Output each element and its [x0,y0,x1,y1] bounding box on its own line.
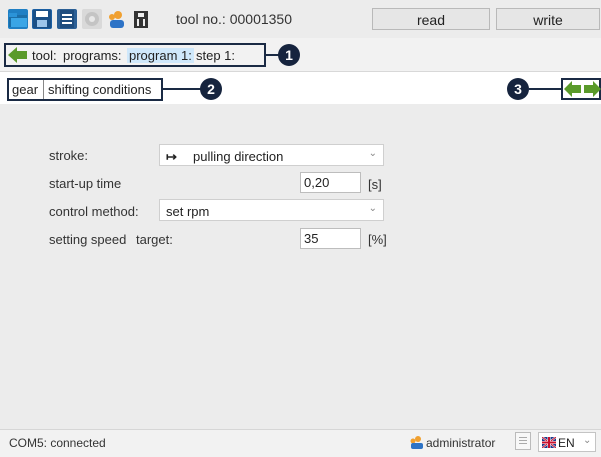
language-value: EN [558,436,575,450]
stroke-direction-icon: ↦ [166,149,177,164]
chevron-down-icon: ⌄ [368,203,377,214]
control-method-label: control method: [49,204,139,219]
tool-number-value: 00001350 [229,11,293,27]
chevron-down-icon: ⌄ [583,435,592,446]
startup-time-input[interactable]: 0,20 [300,172,361,193]
trash-icon[interactable] [131,9,151,29]
callout-1-line [265,54,279,56]
setting-speed-target-label: target: [136,232,173,247]
callout-2-line [163,88,201,90]
tab-shifting-conditions[interactable]: shifting conditions [48,82,151,97]
tool-number: tool no.: 00001350 [176,11,292,27]
control-method-select[interactable]: set rpm ⌄ [159,199,384,221]
stroke-select-value: pulling direction [193,149,284,164]
chevron-down-icon: ⌄ [368,148,377,159]
stroke-label: stroke: [49,148,89,163]
folder-icon[interactable] [8,9,28,29]
startup-time-unit: [s] [368,177,382,192]
setting-speed-label: setting speed [49,232,127,247]
callout-2: 2 [200,78,222,100]
setting-speed-input[interactable]: 35 [300,228,361,249]
tab-divider [43,80,44,99]
connection-status: COM5: connected [9,436,106,450]
document-icon[interactable] [515,432,531,450]
user-icon [408,434,424,450]
back-arrow-icon[interactable] [8,46,28,64]
print-icon[interactable] [57,9,77,29]
breadcrumb-step-1[interactable]: step 1: [196,48,235,63]
startup-time-label: start-up time [49,176,122,191]
read-button[interactable]: read [372,8,490,30]
save-icon[interactable] [32,9,52,29]
breadcrumb-tool[interactable]: tool: [32,48,57,63]
breadcrumb-programs[interactable]: programs: [63,48,122,63]
tool-number-label: tool no.: [176,11,226,27]
callout-3: 3 [507,78,529,100]
setting-speed-unit: [%] [368,232,387,247]
user-icon[interactable] [106,9,126,29]
previous-arrow-icon[interactable] [564,80,582,98]
write-button[interactable]: write [496,8,600,30]
language-select[interactable]: EN ⌄ [538,432,596,452]
breadcrumb-program-1[interactable]: program 1: [127,48,194,63]
stroke-select[interactable]: ↦ pulling direction ⌄ [159,144,384,166]
next-arrow-icon[interactable] [583,80,601,98]
settings-icon[interactable] [82,9,102,29]
uk-flag-icon [541,436,557,449]
user-name: administrator [426,436,496,450]
control-method-value: set rpm [166,204,210,219]
callout-3-line [529,88,562,90]
callout-1: 1 [278,44,300,66]
tab-gear[interactable]: gear [12,82,38,97]
